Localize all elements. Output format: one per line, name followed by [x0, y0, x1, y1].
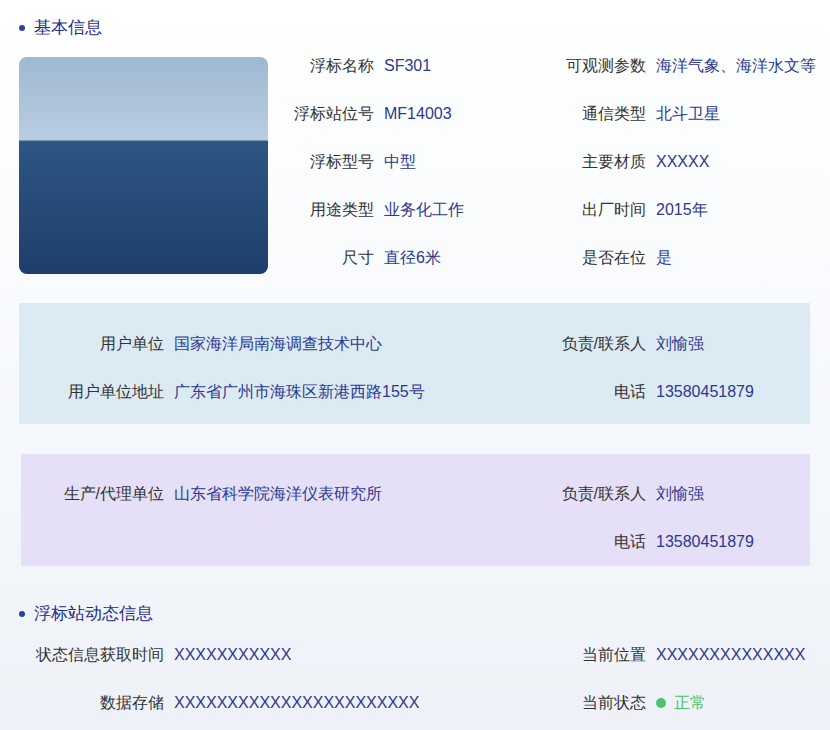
right-field-value: 是	[656, 246, 830, 270]
section-title: 浮标站动态信息	[0, 603, 830, 625]
left-field-label: 状态信息获取时间	[19, 643, 164, 667]
buoy-photo	[19, 57, 268, 274]
left-field-label: 用户单位	[19, 332, 164, 356]
producer-panel: 生产/代理单位山东省科学院海洋仪表研究所负责/联系人刘愉强电话 135804518…	[21, 454, 810, 566]
right-field-value: 13580451879	[656, 380, 810, 404]
right-field-label: 当前状态	[536, 691, 646, 715]
right-field-label: 是否在位	[536, 246, 646, 270]
buoy-detail-page: 基本信息浮标名称 SF301 可观测参数海洋气象、海洋水文等浮标站位号 MF14003…	[0, 0, 830, 730]
right-field-label: 当前位置	[536, 643, 646, 667]
right-field-label: 电话	[536, 380, 646, 404]
right-field-value: 海洋气象、海洋水文等	[656, 54, 830, 78]
right-field-value: XXXXXXXXXXXXXX	[656, 643, 830, 667]
right-field-label: 出厂时间	[536, 198, 646, 222]
left-field-label: 尺寸	[268, 246, 374, 270]
left-field-label: 用户单位地址	[19, 380, 164, 404]
left-field-value: SF301	[384, 54, 526, 78]
right-field-value: 2015年	[656, 198, 830, 222]
left-field-value: XXXXXXXXXXXXXXXXXXXXXXX	[174, 691, 526, 715]
right-field-value: XXXXX	[656, 150, 830, 174]
section-title: 基本信息	[0, 17, 830, 39]
right-field-value: 北斗卫星	[656, 102, 830, 126]
right-field-value: 刘愉强	[656, 332, 810, 356]
left-field-value: 业务化工作	[384, 198, 526, 222]
left-field-label: 浮标站位号	[268, 102, 374, 126]
right-field-label: 负责/联系人	[536, 332, 646, 356]
basic-info: 浮标名称 SF301 可观测参数海洋气象、海洋水文等浮标站位号 MF14003 通信类型…	[0, 42, 830, 282]
left-field-value: XXXXXXXXXXX	[174, 643, 526, 667]
user-unit-panel: 用户单位国家海洋局南海调查技术中心负责/联系人刘愉强用户单位地址广东省广州市海珠…	[19, 303, 810, 424]
right-field-value: 13580451879	[656, 530, 810, 554]
left-field-value: MF14003	[384, 102, 526, 126]
dynamic-info: 状态信息获取时间 XXXXXXXXXXX 当前位置 XXXXXXXXXXXXXX 数据存…	[0, 631, 830, 727]
left-field-value: 直径6米	[384, 246, 526, 270]
title-dot-icon	[19, 25, 25, 31]
right-field-label: 负责/联系人	[536, 482, 646, 506]
left-field-label: 浮标名称	[268, 54, 374, 78]
status-dot-icon	[656, 698, 666, 708]
left-field-label: 数据存储	[19, 691, 164, 715]
right-field-label: 可观测参数	[536, 54, 646, 78]
right-field-label: 电话	[536, 530, 646, 554]
right-field-label: 主要材质	[536, 150, 646, 174]
left-field-label: 生产/代理单位	[21, 482, 164, 506]
right-field-label: 通信类型	[536, 102, 646, 126]
left-field-value: 广东省广州市海珠区新港西路155号	[174, 380, 526, 404]
left-field-value: 山东省科学院海洋仪表研究所	[174, 482, 526, 506]
left-field-label: 用途类型	[268, 198, 374, 222]
left-field-label: 浮标型号	[268, 150, 374, 174]
title-dot-icon	[19, 611, 25, 617]
right-field-value: 刘愉强	[656, 482, 810, 506]
right-field-value: 正常	[656, 691, 830, 715]
left-field-value: 中型	[384, 150, 526, 174]
left-field-value: 国家海洋局南海调查技术中心	[174, 332, 526, 356]
